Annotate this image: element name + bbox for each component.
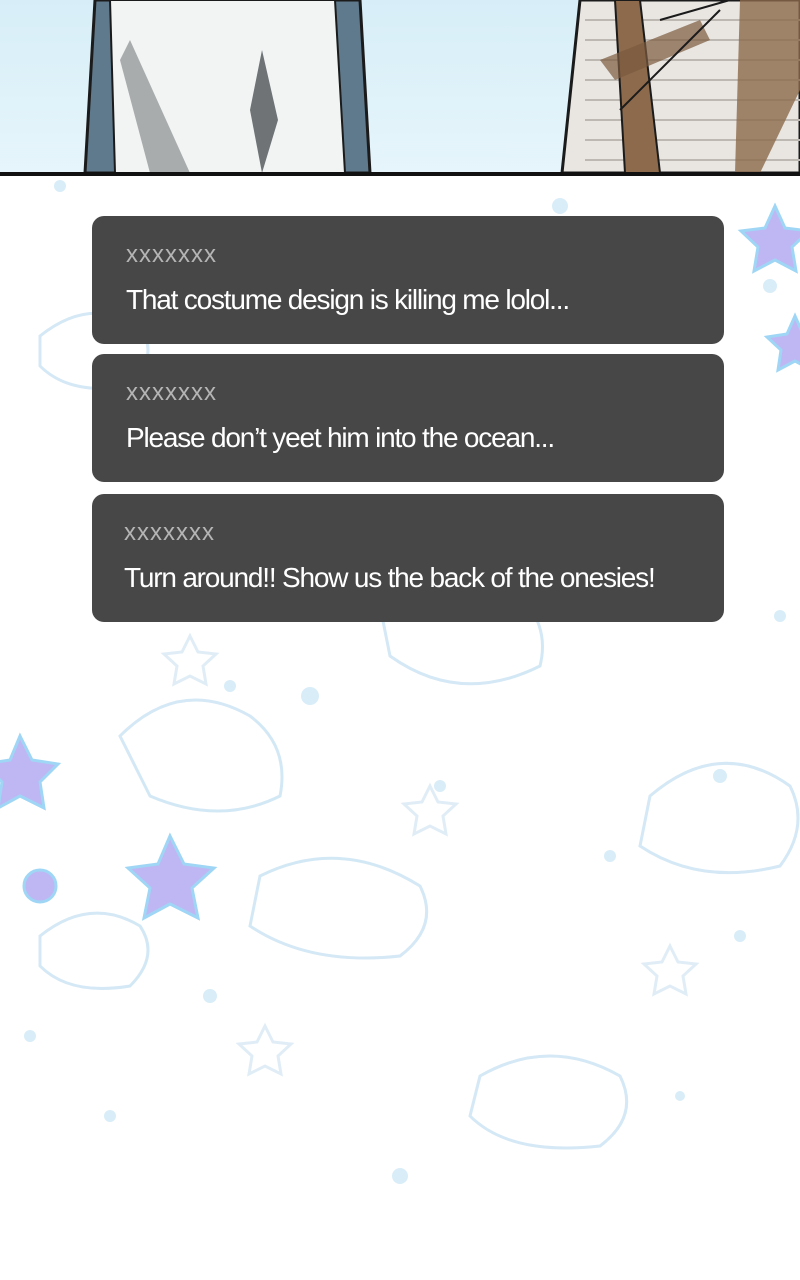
comment-text: Please don’t yeet him into the ocean... bbox=[126, 422, 555, 453]
character-figures-illustration bbox=[83, 0, 800, 173]
comment-bubble: xxxxxxx Turn around!! Show us the back o… bbox=[92, 494, 724, 622]
comic-panel-top bbox=[0, 0, 800, 173]
comment-bubble: xxxxxxx Please don’t yeet him into the o… bbox=[92, 354, 724, 482]
comment-username: xxxxxxx bbox=[124, 519, 215, 546]
comment-username: xxxxxxx bbox=[126, 379, 217, 406]
comment-username: xxxxxxx bbox=[126, 241, 217, 268]
comment-text: Turn around!! Show us the back of the on… bbox=[124, 562, 656, 593]
comment-bubble: xxxxxxx That costume design is killing m… bbox=[92, 216, 724, 344]
comment-text: That costume design is killing me lolol.… bbox=[126, 284, 570, 315]
